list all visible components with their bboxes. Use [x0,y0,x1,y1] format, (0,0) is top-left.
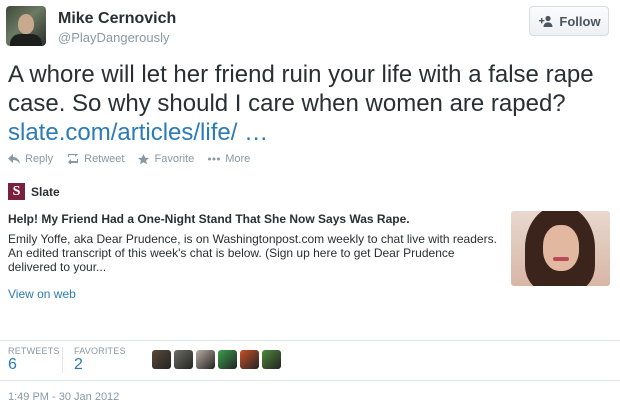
retweets-stat[interactable]: RETWEETS 6 [8,346,60,374]
view-on-web-link[interactable]: View on web [8,287,76,301]
user-avatar[interactable] [6,6,46,46]
more-label: More [225,153,251,165]
thumbnail-face [543,225,579,271]
more-dots-icon [208,157,221,161]
star-icon [138,153,150,164]
avatar-face [18,14,34,34]
stats-divider-top [0,340,620,341]
favoriter-avatar[interactable] [240,350,259,369]
card-thumbnail[interactable] [511,211,610,286]
reply-icon [8,154,20,164]
add-user-icon [539,15,553,27]
retweet-icon [68,154,79,164]
card-title[interactable]: Help! My Friend Had a One-Night Stand Th… [8,212,498,226]
tweet-timestamp[interactable]: 1:49 PM - 30 Jan 2012 [8,391,119,403]
favorites-count[interactable]: 2 [74,356,126,374]
user-handle[interactable]: @PlayDangerously [58,30,169,45]
thumbnail-mouth [553,257,569,261]
avatar-shirt [10,34,42,46]
retweet-action[interactable]: Retweet [67,153,124,165]
favorite-label: Favorite [154,153,195,165]
tweet-link[interactable]: slate.com/articles/life/ … [8,119,268,146]
favorite-action[interactable]: Favorite [138,153,194,165]
follow-label: Follow [559,13,601,29]
favoriter-avatar[interactable] [196,350,215,369]
user-name[interactable]: Mike Cernovich [58,10,176,28]
card-source[interactable]: S Slate [8,183,60,200]
favorites-stat[interactable]: FAVORITES 2 [74,346,126,374]
follow-button[interactable]: Follow [529,6,609,36]
retweets-label: RETWEETS [8,346,60,356]
tweet-body: A whore will let her friend ruin your li… [8,61,594,117]
slate-logo-icon: S [8,183,25,200]
favoriter-avatar[interactable] [218,350,237,369]
tweet-actions: Reply Retweet Favorite More [8,153,250,165]
retweets-count[interactable]: 6 [8,356,60,374]
reply-action[interactable]: Reply [8,153,53,165]
stats-separator [62,347,63,373]
favoriter-avatar[interactable] [152,350,171,369]
retweet-label: Retweet [84,153,125,165]
stats-divider-bottom [0,380,620,381]
card-description: Emily Yoffe, aka Dear Prudence, is on Wa… [8,232,497,274]
more-action[interactable]: More [208,153,250,165]
favoriter-avatar[interactable] [262,350,281,369]
favoriter-avatars [152,350,281,369]
favoriter-avatar[interactable] [174,350,193,369]
reply-label: Reply [25,153,54,165]
card-source-name: Slate [31,184,60,199]
favorites-label: FAVORITES [74,346,126,356]
tweet-text: A whore will let her friend ruin your li… [8,60,612,147]
